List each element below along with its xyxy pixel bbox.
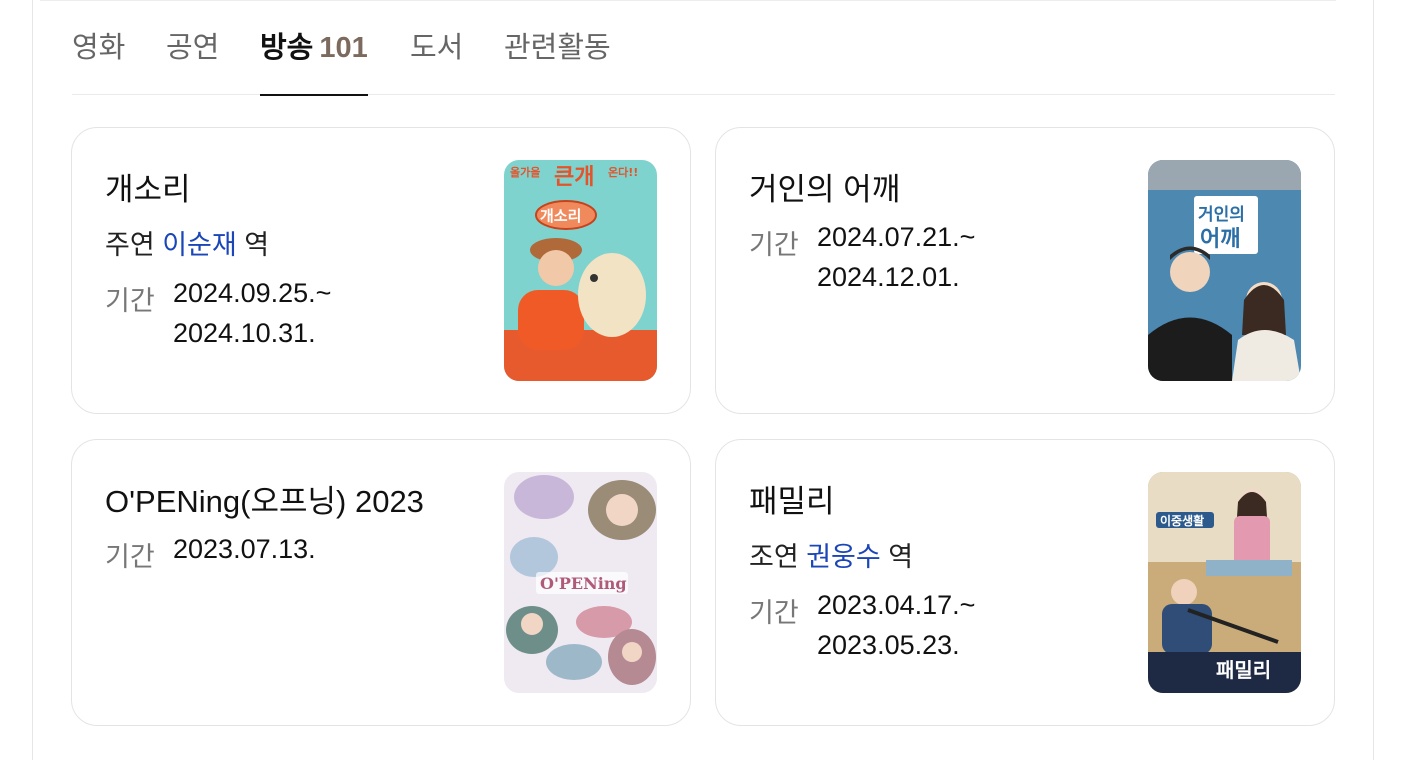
program-card-gaesori[interactable]: 개소리 주연 이순재 역 기간 2024.09.25.~ 2024.10.31. 올… — [71, 127, 691, 414]
poster-logo: 패밀리 — [1216, 658, 1271, 682]
program-poster[interactable]: 올가을 큰개 온다!! 개소리 — [504, 160, 657, 381]
program-title[interactable]: O'PENing(오프닝) 2023 — [105, 476, 424, 521]
poster-text: 큰개 — [554, 165, 594, 190]
tab-books[interactable]: 도서 — [410, 0, 463, 95]
tab-label: 영화 — [72, 32, 126, 64]
program-poster[interactable]: 이중생활 패밀리 — [1148, 472, 1301, 693]
role-type: 주연 — [105, 230, 155, 260]
poster-text: 어깨 — [1200, 227, 1240, 252]
category-tabs: 영화 공연 방송 101 도서 관련활동 — [72, 0, 1335, 96]
program-poster[interactable]: O'PENing — [504, 472, 657, 693]
tab-label: 공연 — [166, 32, 220, 64]
period-label: 기간 — [749, 230, 799, 260]
poster-text: 거인의 — [1198, 205, 1245, 225]
period-end: 2023.05.23. — [817, 630, 960, 660]
role-line: 주연 이순재 역 — [105, 223, 269, 262]
role-line: 조연 권웅수 역 — [749, 535, 913, 574]
period-start: 2023.07.13. — [173, 534, 316, 564]
role-suffix: 역 — [244, 230, 270, 260]
program-card-family[interactable]: 패밀리 조연 권웅수 역 기간 2023.04.17.~ 2023.05.23. 이… — [715, 439, 1335, 726]
poster-logo: 개소리 — [540, 207, 581, 225]
poster-logo: O'PENing — [540, 574, 627, 593]
actor-link[interactable]: 권웅수 — [806, 542, 881, 572]
period-start: 2024.09.25.~ — [173, 278, 332, 308]
period-label: 기간 — [749, 598, 799, 628]
role-type: 조연 — [749, 542, 799, 572]
period-label: 기간 — [105, 542, 155, 572]
tab-broadcast[interactable]: 방송 101 — [260, 0, 368, 96]
tab-label: 관련활동 — [504, 32, 611, 64]
tab-movie[interactable]: 영화 — [72, 0, 125, 95]
program-poster[interactable]: 거인의 어깨 — [1148, 160, 1301, 381]
tab-related-activities[interactable]: 관련활동 — [504, 0, 611, 95]
poster-text: 이중생활 — [1160, 513, 1204, 528]
program-title[interactable]: 거인의 어깨 — [749, 164, 900, 209]
tab-label: 방송 — [260, 32, 314, 64]
period-end: 2024.10.31. — [173, 318, 316, 348]
program-title[interactable]: 패밀리 — [749, 476, 835, 521]
actor-link[interactable]: 이순재 — [162, 230, 237, 260]
period: 기간 2024.07.21.~ 2024.12.01. — [749, 222, 976, 297]
period-start: 2023.04.17.~ — [817, 590, 976, 620]
period-start: 2024.07.21.~ — [817, 222, 976, 252]
tab-count: 101 — [319, 32, 368, 64]
program-card-opening-2023[interactable]: O'PENing(오프닝) 2023 기간 2023.07.13. O'PENin… — [71, 439, 691, 726]
tab-label: 도서 — [410, 32, 464, 64]
period: 기간 2023.04.17.~ 2023.05.23. — [749, 590, 976, 665]
period: 기간 2023.07.13. — [105, 534, 316, 574]
program-title[interactable]: 개소리 — [105, 164, 191, 209]
period-label: 기간 — [105, 286, 155, 316]
program-card-giants-shoulder[interactable]: 거인의 어깨 기간 2024.07.21.~ 2024.12.01. 거인의 어깨 — [715, 127, 1335, 414]
poster-text: 온다!! — [608, 165, 638, 179]
tab-performance[interactable]: 공연 — [166, 0, 219, 95]
period: 기간 2024.09.25.~ 2024.10.31. — [105, 278, 332, 353]
period-end: 2024.12.01. — [817, 262, 960, 292]
poster-text: 올가을 — [510, 165, 540, 179]
role-suffix: 역 — [888, 542, 914, 572]
